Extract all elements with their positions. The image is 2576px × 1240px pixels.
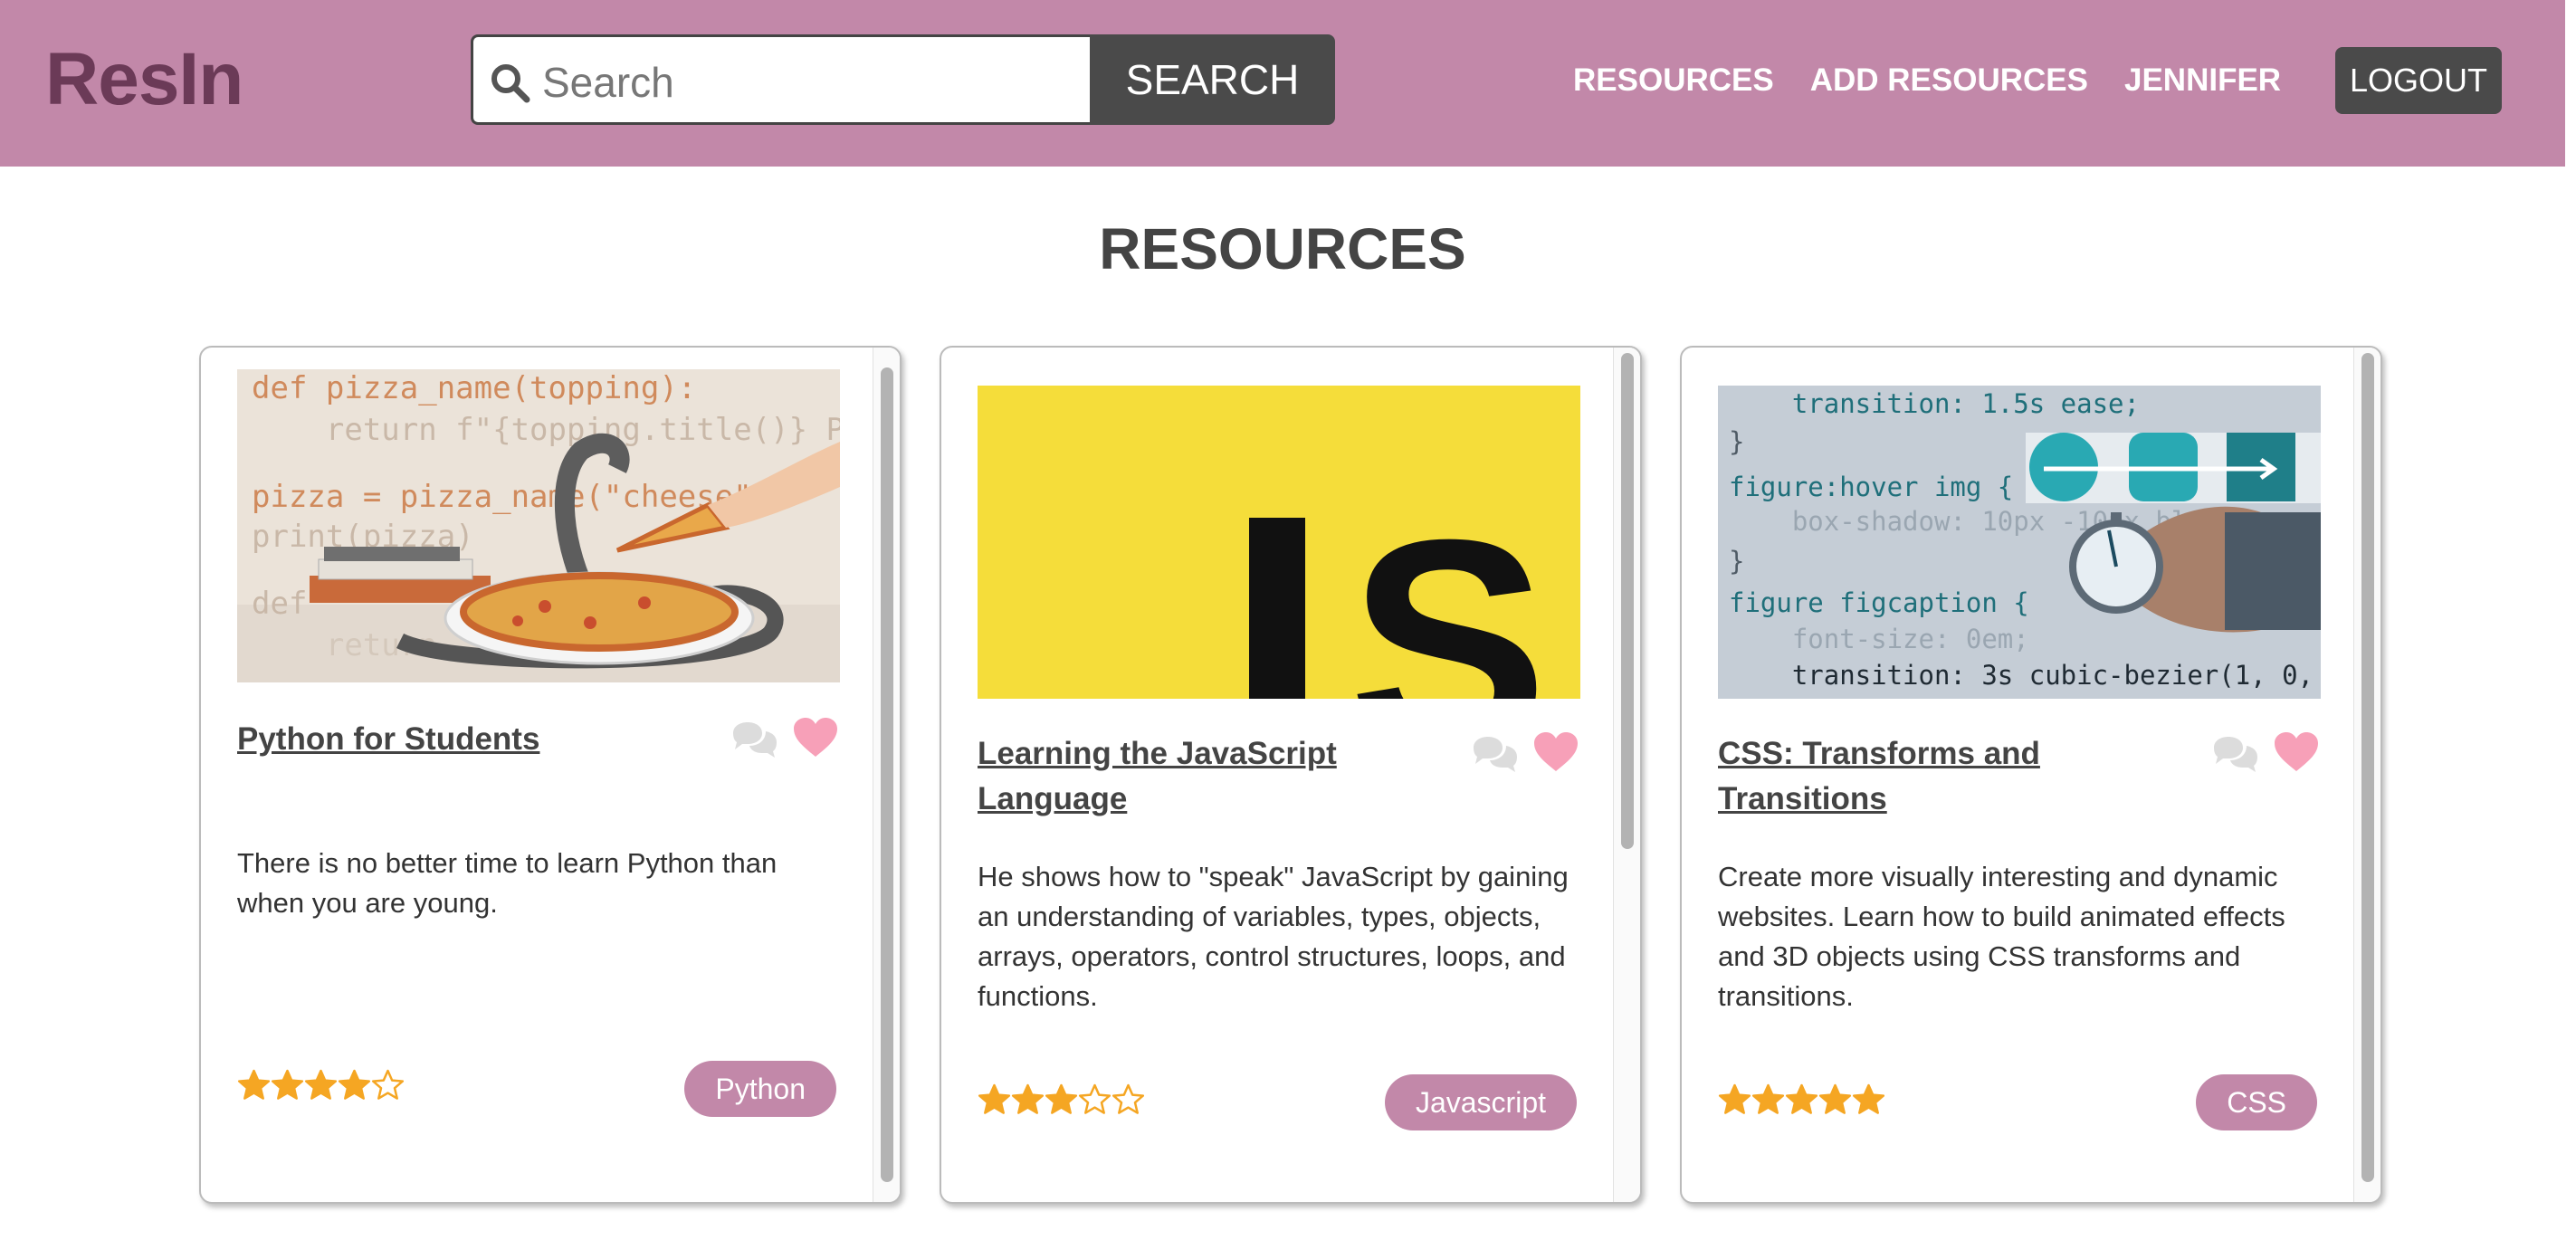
heart-icon[interactable] <box>793 717 838 758</box>
star-filled-icon <box>237 1069 271 1100</box>
star-rating <box>1718 1083 1885 1117</box>
star-rating <box>237 1069 405 1102</box>
card-scrollbar[interactable] <box>873 348 900 1202</box>
search-input[interactable] <box>542 55 1076 110</box>
code-line: pizza = pizza_name("cheese") <box>252 479 770 515</box>
star-filled-icon <box>1718 1083 1751 1114</box>
card-title-link[interactable]: CSS: Transforms and Transitions <box>1718 731 2152 822</box>
js-logo-icon: S <box>1249 477 1548 699</box>
card-actions <box>1470 731 1582 775</box>
card-description: There is no better time to learn Python … <box>237 847 778 919</box>
scrollbar-thumb[interactable] <box>881 367 893 1182</box>
scrollbar-thumb[interactable] <box>1621 353 1634 849</box>
nav-add-resources-link[interactable]: ADD RESOURCES <box>1810 62 2088 99</box>
logout-button[interactable]: LOGOUT <box>2335 47 2502 114</box>
heart-icon[interactable] <box>2274 731 2319 773</box>
card-image-javascript[interactable]: S <box>978 386 1580 699</box>
star-empty-icon <box>371 1069 405 1100</box>
card-description: Create more visually interesting and dyn… <box>1718 861 2285 1012</box>
card-scrollbar[interactable] <box>2353 348 2380 1202</box>
code-line: figure:hover img { <box>1729 472 2013 502</box>
css-illustration: transition: 1.5s ease; } figure:hover im… <box>1729 388 2321 691</box>
category-tag[interactable]: CSS <box>2196 1074 2317 1130</box>
search-button[interactable]: SEARCH <box>1090 34 1335 125</box>
star-filled-icon <box>1852 1083 1885 1114</box>
card-image-css[interactable]: transition: 1.5s ease; } figure:hover im… <box>1718 386 2321 699</box>
code-line: return f"{topping.title()} Piz <box>252 412 840 448</box>
card-image-python[interactable]: def pizza_name(topping): return f"{toppi… <box>237 369 840 682</box>
star-filled-icon <box>1818 1083 1852 1114</box>
resource-card: transition: 1.5s ease; } figure:hover im… <box>1680 346 2382 1204</box>
search-box <box>471 34 1092 125</box>
star-filled-icon <box>304 1069 338 1100</box>
star-filled-icon <box>1751 1083 1785 1114</box>
heart-icon[interactable] <box>1533 731 1579 773</box>
search-form: SEARCH <box>471 34 1335 125</box>
resource-card: def pizza_name(topping): return f"{toppi… <box>199 346 902 1204</box>
code-line: transition: 3s cubic-bezier(1, 0, 1, <box>1729 660 2321 691</box>
card-title-link[interactable]: Learning the JavaScript Language <box>978 731 1412 822</box>
comments-icon[interactable] <box>2210 735 2259 773</box>
card-scrollbar[interactable] <box>1613 348 1640 1202</box>
page-title: RESOURCES <box>1099 216 1466 281</box>
main-nav: RESOURCES ADD RESOURCES JENNIFER <box>1573 49 2317 112</box>
category-tag[interactable]: Python <box>684 1061 836 1117</box>
star-rating <box>978 1083 1145 1117</box>
resource-card: S Learning the JavaScript Language He sh… <box>940 346 1642 1204</box>
comments-icon[interactable] <box>730 720 778 758</box>
comments-icon[interactable] <box>1470 735 1519 773</box>
code-line: def <box>252 586 307 622</box>
code-line: } <box>1729 426 1744 457</box>
star-filled-icon <box>1045 1083 1078 1114</box>
category-tag[interactable]: Javascript <box>1384 1074 1577 1130</box>
python-illustration: def pizza_name(topping): return f"{toppi… <box>237 370 840 682</box>
code-line: } <box>1729 546 1744 577</box>
star-filled-icon <box>338 1069 371 1100</box>
nav-user-link[interactable]: JENNIFER <box>2124 62 2281 99</box>
code-line: font-size: 0em; <box>1729 624 2029 654</box>
star-empty-icon <box>1078 1083 1111 1114</box>
scrollbar-thumb[interactable] <box>2361 353 2374 1182</box>
star-filled-icon <box>271 1069 304 1100</box>
star-empty-icon <box>1111 1083 1145 1114</box>
star-filled-icon <box>978 1083 1011 1114</box>
top-navbar: ResIn SEARCH RESOURCES ADD RESOURCES JEN… <box>0 0 2565 167</box>
search-icon <box>491 64 530 103</box>
code-line: transition: 1.5s ease; <box>1729 388 2140 419</box>
card-actions <box>730 717 842 760</box>
code-line: def pizza_name(topping): <box>252 370 696 406</box>
nav-resources-link[interactable]: RESOURCES <box>1573 62 1774 99</box>
star-filled-icon <box>1785 1083 1818 1114</box>
card-description: He shows how to "speak" JavaScript by ga… <box>978 861 1569 1012</box>
code-line: figure figcaption { <box>1729 587 2029 618</box>
app-logo[interactable]: ResIn <box>45 34 243 125</box>
card-actions <box>2210 731 2323 775</box>
star-filled-icon <box>1011 1083 1045 1114</box>
card-title-link[interactable]: Python for Students <box>237 717 672 762</box>
svg-text:S: S <box>1349 477 1548 699</box>
